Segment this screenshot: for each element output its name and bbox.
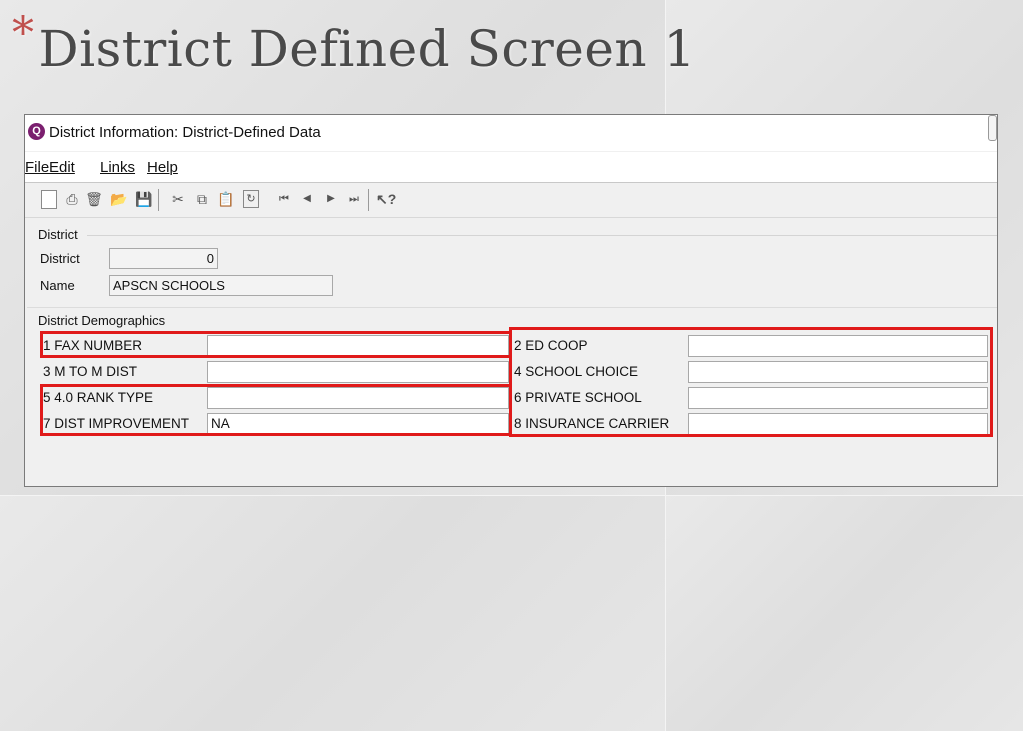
- window-titlebar[interactable]: Q District Information: District-Defined…: [25, 115, 997, 151]
- paste-icon[interactable]: 📋: [217, 190, 235, 208]
- private-school-input[interactable]: [688, 387, 988, 409]
- first-record-icon[interactable]: ⏮: [275, 190, 293, 208]
- private-school-label: 6 PRIVATE SCHOOL: [514, 390, 642, 405]
- menu-bar: File Edit Links Help: [25, 152, 997, 183]
- district-field[interactable]: 0: [109, 248, 218, 269]
- dist-improvement-input[interactable]: NA: [207, 413, 509, 435]
- school-choice-label: 4 SCHOOL CHOICE: [514, 364, 639, 379]
- school-choice-input[interactable]: [688, 361, 988, 383]
- insurance-carrier-input[interactable]: [688, 413, 988, 435]
- window-scrollbar[interactable]: [988, 115, 997, 141]
- previous-record-icon[interactable]: ◀: [298, 190, 316, 208]
- rank-type-label: 5 4.0 RANK TYPE: [43, 390, 154, 405]
- dist-improvement-label: 7 DIST IMPROVEMENT: [43, 416, 190, 431]
- title-mark: *: [12, 8, 35, 59]
- toolbar-separator: [158, 189, 159, 211]
- menu-help[interactable]: Help: [147, 159, 178, 176]
- app-logo-icon: Q: [28, 123, 45, 140]
- background-divider: [0, 495, 1023, 496]
- fax-number-label: 1 FAX NUMBER: [43, 338, 143, 353]
- district-group-label: District: [38, 227, 78, 242]
- ed-coop-label: 2 ED COOP: [514, 338, 588, 353]
- toolbar: ⎙ 🗑 📂 💾 ✂ ⧉ 📋 ↻ ⏮ ◀ ▶ ⏭ ↖?: [25, 183, 997, 218]
- fax-number-input[interactable]: [207, 335, 509, 357]
- m-to-m-dist-input[interactable]: [207, 361, 509, 383]
- open-folder-icon[interactable]: 📂: [110, 190, 128, 208]
- rank-type-input[interactable]: [207, 387, 509, 409]
- menu-file[interactable]: File: [25, 159, 49, 176]
- delete-icon[interactable]: 🗑: [85, 190, 103, 208]
- menu-links[interactable]: Links: [100, 159, 135, 176]
- insurance-carrier-label: 8 INSURANCE CARRIER: [514, 416, 670, 431]
- save-icon[interactable]: 💾: [135, 190, 153, 208]
- next-record-icon[interactable]: ▶: [322, 190, 340, 208]
- menu-edit[interactable]: Edit: [49, 159, 75, 176]
- cut-icon[interactable]: ✂: [169, 190, 187, 208]
- group-divider: [87, 235, 997, 236]
- last-record-icon[interactable]: ⏭: [345, 190, 363, 208]
- new-document-icon[interactable]: [41, 190, 57, 209]
- background-tile: [666, 496, 1023, 731]
- name-field[interactable]: APSCN SCHOOLS: [109, 275, 333, 296]
- copy-icon[interactable]: ⧉: [193, 190, 211, 208]
- demographics-group-label: District Demographics: [38, 313, 166, 328]
- toolbar-separator: [368, 189, 369, 211]
- window-title: District Information: District-Defined D…: [49, 124, 321, 141]
- print-icon[interactable]: ⎙: [63, 190, 81, 208]
- slide-title: *District Defined Screen 1: [12, 8, 696, 78]
- district-field-label: District: [40, 251, 80, 266]
- help-pointer-icon[interactable]: ↖?: [376, 190, 396, 208]
- m-to-m-dist-label: 3 M TO M DIST: [43, 364, 138, 379]
- background-tile: [0, 496, 665, 731]
- refresh-icon[interactable]: ↻: [243, 190, 259, 208]
- group-divider: [27, 307, 997, 308]
- slide-title-text: District Defined Screen 1: [38, 20, 696, 78]
- district-information-window: Q District Information: District-Defined…: [24, 114, 998, 487]
- ed-coop-input[interactable]: [688, 335, 988, 357]
- name-field-label: Name: [40, 278, 75, 293]
